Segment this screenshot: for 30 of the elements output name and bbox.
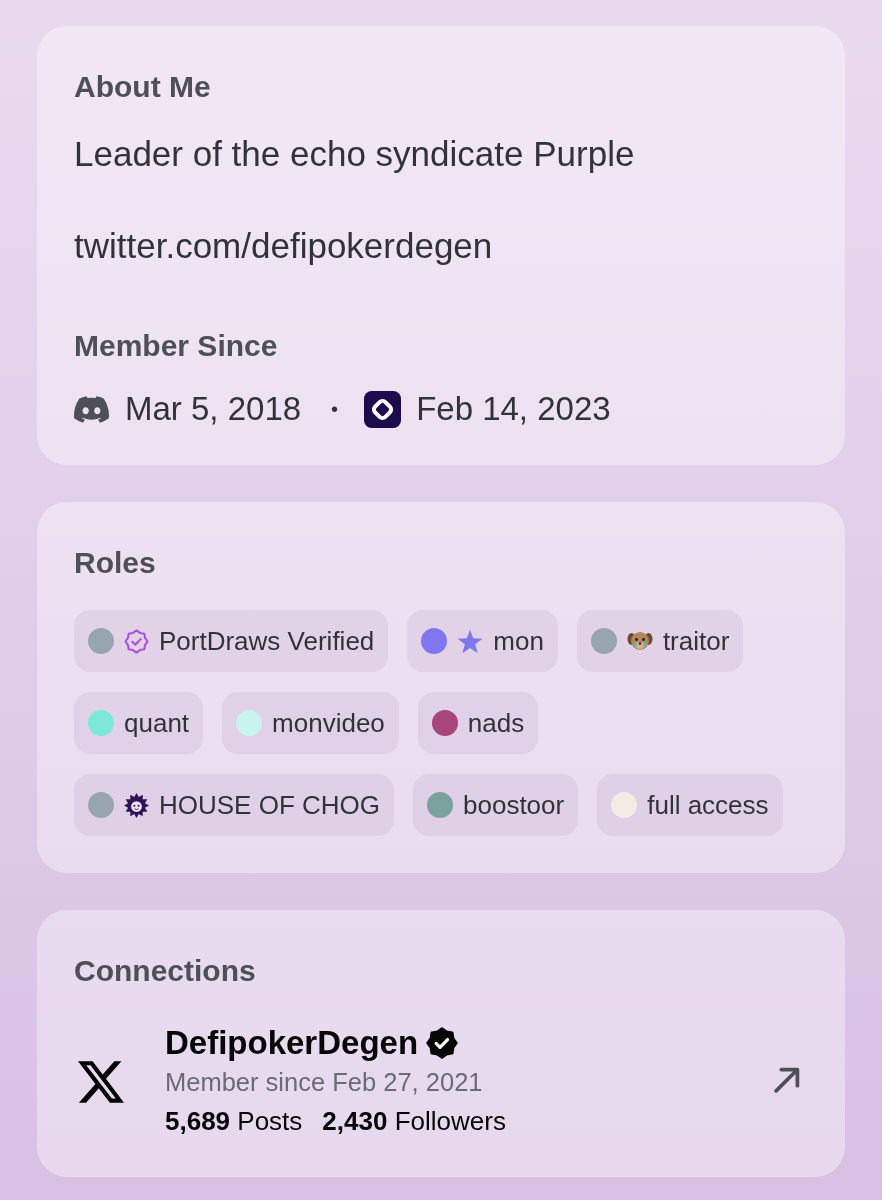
role-name: traitor: [662, 626, 730, 656]
join-date-text: Feb 14, 2023: [416, 389, 611, 429]
spiky-creature-icon: [124, 792, 149, 818]
stat-text: 2,430 Followers: [322, 1105, 506, 1138]
bio-text: twitter.com/defipokerdegen: [74, 225, 493, 267]
verified-badge-icon: [124, 628, 149, 654]
role-name: monvideo: [272, 708, 385, 738]
star-icon: [457, 628, 484, 654]
section-title: About Me: [74, 70, 211, 104]
bullet-separator: •: [331, 397, 339, 422]
section-title: Connections: [74, 954, 256, 988]
x-logo-icon: [78, 1061, 124, 1103]
arrow-icon: [774, 1067, 800, 1093]
controller-logo-icon: [74, 395, 109, 423]
member-since-text: Member since Feb 27, 2021: [165, 1067, 483, 1098]
role-name: HOUSE OF CHOG: [159, 790, 380, 820]
role-name: mon: [493, 626, 544, 656]
bio-text: Leader of the echo syndicate Purple: [74, 133, 635, 175]
role-name: PortDraws Verified: [159, 626, 375, 656]
dog-face-icon: [626, 629, 653, 653]
stat-text: 5,689 Posts: [165, 1105, 303, 1138]
role-name: quant: [124, 708, 190, 738]
account-name: DefipokerDegen: [165, 1023, 419, 1063]
diamond-logo-icon: [364, 390, 402, 428]
section-title: Roles: [74, 546, 156, 580]
role-name: boostoor: [463, 790, 565, 820]
role-name: nads: [467, 708, 525, 738]
section-title: Member Since: [74, 329, 278, 363]
role-name: full access: [647, 790, 769, 820]
join-date-text: Mar 5, 2018: [125, 389, 302, 429]
